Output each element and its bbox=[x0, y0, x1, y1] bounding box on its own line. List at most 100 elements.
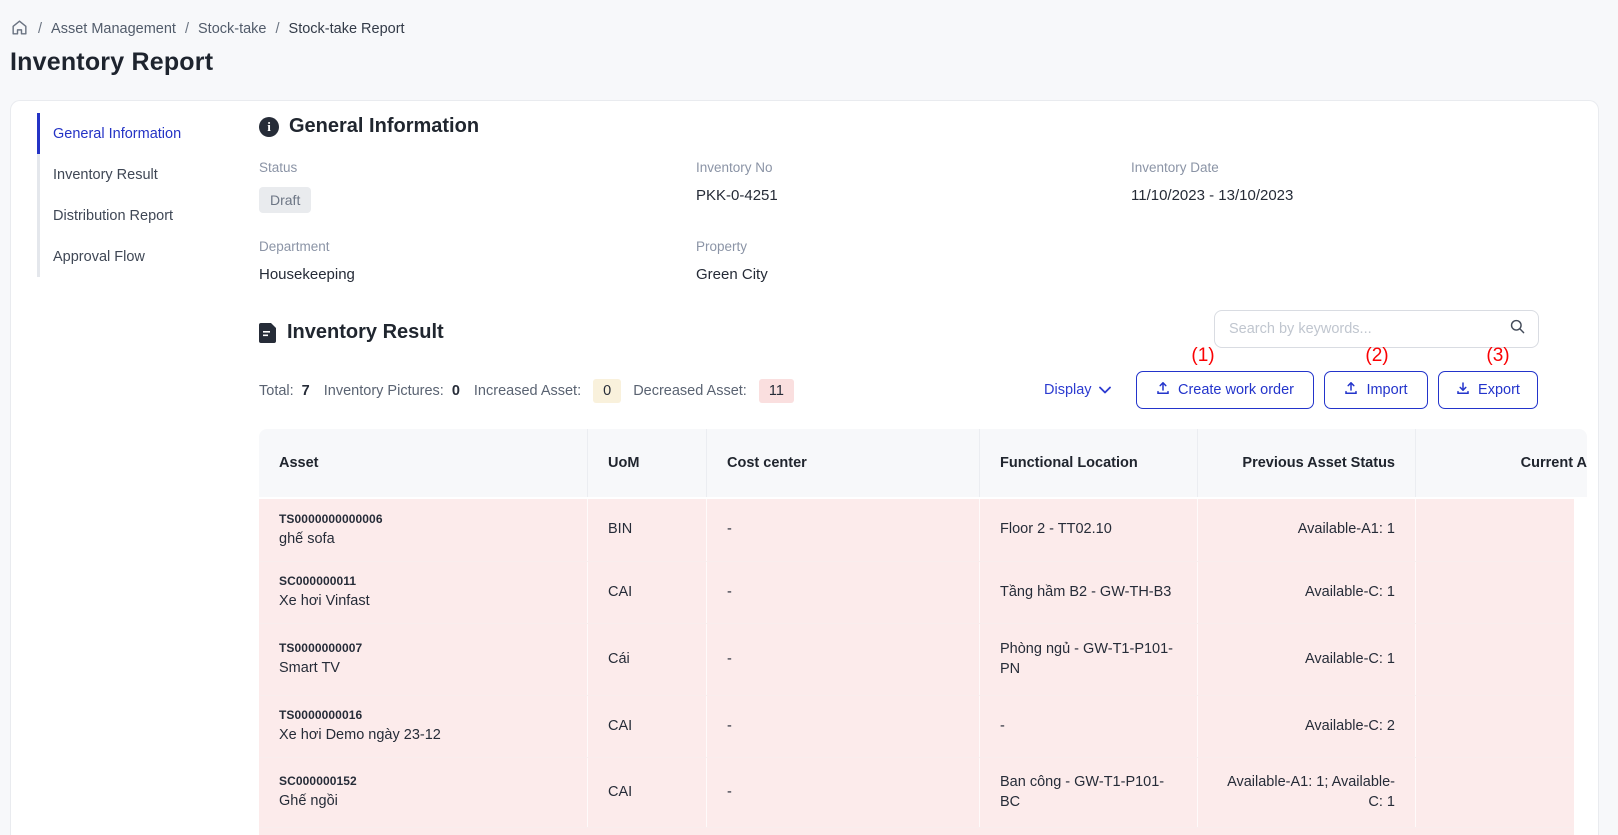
annotation-3: (3) bbox=[1486, 345, 1509, 367]
functional-location-cell: Tầng hầm B2 - GW-TH-B3 bbox=[979, 562, 1197, 623]
field-property: Property Green City bbox=[696, 239, 1131, 283]
asset-code: TS0000000016 bbox=[279, 707, 567, 723]
cost-center-cell: - bbox=[706, 624, 979, 695]
chevron-down-icon bbox=[1099, 382, 1111, 398]
field-value: Housekeeping bbox=[259, 266, 696, 283]
column-header-current-asset-status: Current A bbox=[1415, 429, 1587, 497]
tab-general-information[interactable]: General Information bbox=[37, 113, 247, 154]
increased-label: Increased Asset: bbox=[474, 383, 581, 399]
tab-inventory-result[interactable]: Inventory Result bbox=[37, 154, 247, 195]
column-header-previous-asset-status: Previous Asset Status bbox=[1197, 429, 1415, 497]
inventory-stats: Total: 7 Inventory Pictures: 0 Increased… bbox=[259, 378, 798, 404]
asset-cell: SC000000011 Xe hơi Vinfast bbox=[259, 562, 587, 623]
breadcrumb-stock-take[interactable]: Stock-take bbox=[198, 21, 267, 37]
functional-location-cell: Ban công - GW-T1-P101-BC bbox=[979, 758, 1197, 827]
current-status-cell bbox=[1415, 499, 1574, 561]
field-value: Green City bbox=[696, 266, 1131, 283]
previous-status-cell: Available-C: 2 bbox=[1197, 696, 1415, 757]
create-work-order-label: Create work order bbox=[1178, 382, 1294, 398]
import-label: Import bbox=[1366, 382, 1407, 398]
breadcrumb-separator: / bbox=[276, 21, 280, 37]
import-button[interactable]: Import bbox=[1324, 371, 1428, 409]
breadcrumb-asset-management[interactable]: Asset Management bbox=[51, 21, 176, 37]
section-tabs: General Information Inventory Result Dis… bbox=[37, 113, 247, 277]
upload-icon bbox=[1156, 381, 1170, 399]
tab-approval-flow[interactable]: Approval Flow bbox=[37, 236, 247, 277]
asset-cell: TS0000000016 Xe hơi Demo ngày 23-12 bbox=[259, 696, 587, 757]
column-header-functional-location: Functional Location bbox=[979, 429, 1197, 497]
asset-cell: TS0000000007 Smart TV bbox=[259, 624, 587, 695]
asset-code: TS0000000000006 bbox=[279, 511, 567, 527]
inventory-result-table: Asset UoM Cost center Functional Locatio… bbox=[259, 429, 1587, 835]
previous-status-cell: Available-C: 1 bbox=[1197, 562, 1415, 623]
pictures-value: 0 bbox=[452, 383, 460, 399]
asset-cell: SC000000152 Ghế ngồi bbox=[259, 758, 587, 827]
column-header-uom: UoM bbox=[587, 429, 706, 497]
field-label: Inventory Date bbox=[1131, 160, 1579, 175]
field-department: Department Housekeeping bbox=[259, 239, 696, 283]
breadcrumb-separator: / bbox=[185, 21, 189, 37]
field-value: PKK-0-4251 bbox=[696, 187, 1131, 204]
uom-cell: Cái bbox=[587, 624, 706, 695]
field-value: 11/10/2023 - 13/10/2023 bbox=[1131, 187, 1579, 204]
export-label: Export bbox=[1478, 382, 1520, 398]
total-value: 7 bbox=[302, 383, 310, 399]
search-box bbox=[1214, 310, 1539, 348]
content-card: General Information Inventory Result Dis… bbox=[10, 100, 1599, 835]
field-inventory-no: Inventory No PKK-0-4251 bbox=[696, 160, 1131, 213]
field-label: Department bbox=[259, 239, 696, 254]
search-icon[interactable] bbox=[1509, 318, 1526, 340]
inventory-result-title: Inventory Result bbox=[287, 321, 444, 344]
home-icon[interactable] bbox=[10, 20, 29, 37]
export-button[interactable]: Export bbox=[1438, 371, 1538, 409]
uom-cell: CAI bbox=[587, 562, 706, 623]
upload-icon bbox=[1344, 381, 1358, 399]
functional-location-cell: Phòng ngủ - GW-T1-P101-PN bbox=[979, 624, 1197, 695]
cost-center-cell: - bbox=[706, 758, 979, 827]
search-input[interactable] bbox=[1229, 321, 1509, 337]
table-row[interactable]: TS0000000016 Xe hơi Demo ngày 23-12 CAI … bbox=[259, 695, 1574, 757]
annotation-1: (1) bbox=[1191, 345, 1214, 367]
field-inventory-date: Inventory Date 11/10/2023 - 13/10/2023 bbox=[1131, 160, 1579, 213]
breadcrumb: / Asset Management / Stock-take / Stock-… bbox=[10, 20, 405, 37]
document-icon bbox=[259, 323, 277, 343]
column-header-cost-center: Cost center bbox=[706, 429, 979, 497]
info-icon: i bbox=[259, 117, 279, 137]
breadcrumb-separator: / bbox=[38, 21, 42, 37]
create-work-order-button[interactable]: Create work order bbox=[1136, 371, 1314, 409]
uom-cell: CAI bbox=[587, 696, 706, 757]
decreased-label: Decreased Asset: bbox=[633, 383, 747, 399]
asset-name: Xe hơi Vinfast bbox=[279, 592, 567, 612]
increased-badge: 0 bbox=[593, 379, 621, 403]
table-row[interactable]: SC000000011 Xe hơi Vinfast CAI - Tầng hầ… bbox=[259, 561, 1574, 623]
field-status: Status Draft bbox=[259, 160, 696, 213]
table-row[interactable]: TS0000000000006 ghế sofa BIN - Floor 2 -… bbox=[259, 499, 1574, 561]
asset-code: SC000000011 bbox=[279, 573, 567, 589]
column-header-asset: Asset bbox=[259, 429, 587, 497]
cost-center-cell: - bbox=[706, 562, 979, 623]
field-label: Status bbox=[259, 160, 696, 175]
general-information-section: i General Information Status Draft Inven… bbox=[259, 115, 1579, 283]
asset-name: Smart TV bbox=[279, 659, 567, 679]
field-label: Property bbox=[696, 239, 1131, 254]
general-information-title: General Information bbox=[289, 115, 479, 138]
uom-cell: BIN bbox=[587, 499, 706, 561]
display-dropdown[interactable]: Display bbox=[1044, 371, 1111, 409]
tab-distribution-report[interactable]: Distribution Report bbox=[37, 195, 247, 236]
total-label: Total: bbox=[259, 383, 294, 399]
table-body: TS0000000000006 ghế sofa BIN - Floor 2 -… bbox=[259, 497, 1574, 835]
previous-status-cell: Available-C: 1 bbox=[1197, 624, 1415, 695]
asset-cell: TS0000000000006 ghế sofa bbox=[259, 499, 587, 561]
display-label: Display bbox=[1044, 382, 1092, 398]
table-row[interactable]: TS0000000007 Smart TV Cái - Phòng ngủ - … bbox=[259, 623, 1574, 695]
field-label: Inventory No bbox=[696, 160, 1131, 175]
current-status-cell bbox=[1415, 758, 1574, 827]
functional-location-cell: Floor 2 - TT02.10 bbox=[979, 499, 1197, 561]
table-row[interactable]: SC000000152 Ghế ngồi CAI - Ban công - GW… bbox=[259, 757, 1574, 827]
breadcrumb-stock-take-report[interactable]: Stock-take Report bbox=[289, 21, 405, 37]
asset-code: SC000000152 bbox=[279, 773, 567, 789]
cost-center-cell: - bbox=[706, 499, 979, 561]
asset-name: Ghế ngồi bbox=[279, 792, 567, 812]
uom-cell: CAI bbox=[587, 758, 706, 827]
cost-center-cell: - bbox=[706, 696, 979, 757]
